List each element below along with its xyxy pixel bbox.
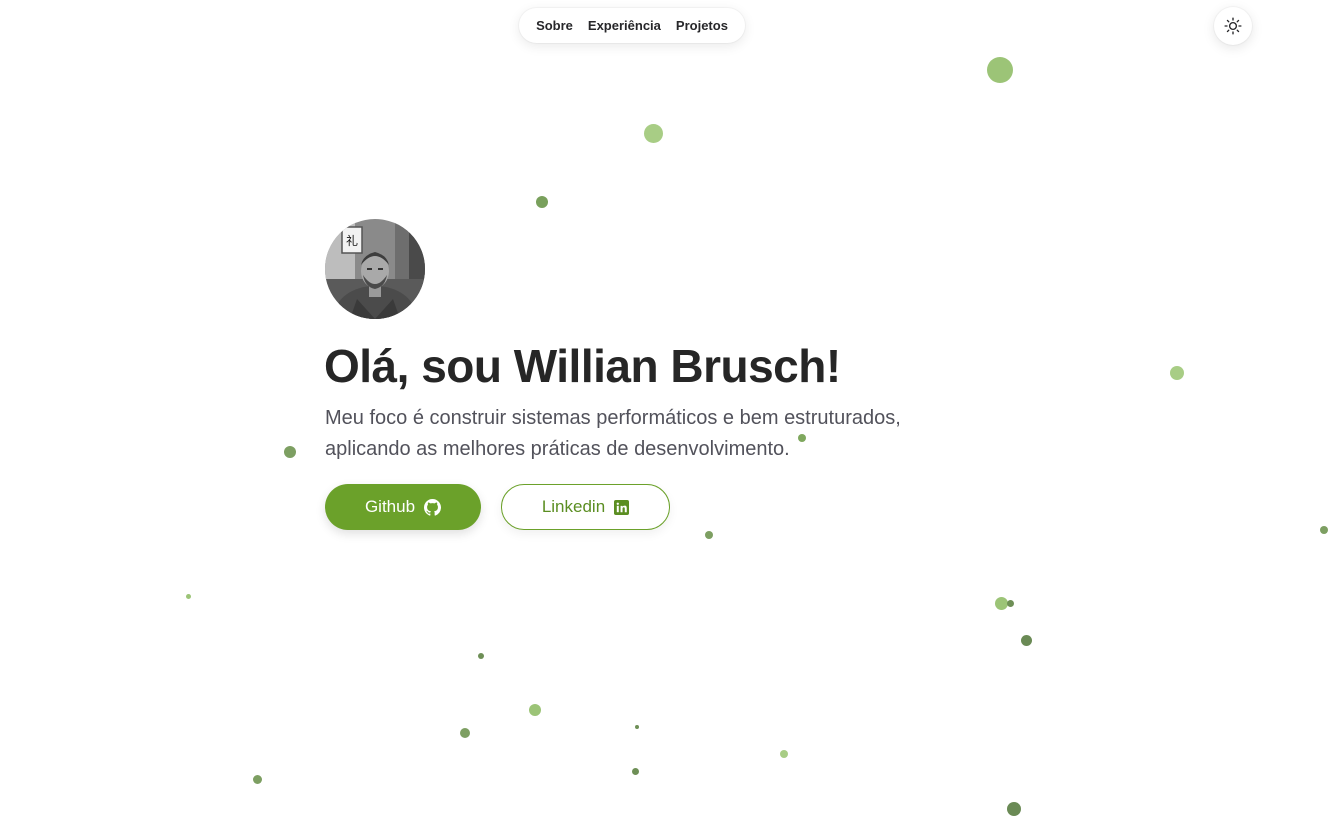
nav-item-sobre[interactable]: Sobre	[536, 18, 573, 33]
top-nav: Sobre Experiência Projetos	[519, 8, 745, 43]
hero-title: Olá, sou Willian Brusch!	[324, 340, 841, 392]
hero-description-line-1: Meu foco é construir sistemas performáti…	[325, 407, 901, 429]
particle	[635, 725, 639, 729]
sun-icon	[1224, 17, 1242, 35]
particle	[460, 728, 470, 738]
svg-text:礼: 礼	[346, 233, 358, 248]
particle	[644, 124, 663, 143]
particle	[987, 57, 1013, 83]
particle	[186, 594, 191, 599]
linkedin-button-label: Linkedin	[541, 497, 606, 516]
github-icon	[424, 498, 442, 516]
github-button[interactable]: Github	[325, 484, 481, 530]
particle	[705, 531, 713, 539]
hero-description: Meu foco é construir sistemas performáti…	[325, 403, 945, 465]
hero-description-line-2: aplicando as melhores práticas de desenv…	[325, 438, 790, 460]
page: Sobre Experiência Projetos 礼 Olá, sou Wi…	[0, 0, 1331, 821]
particle	[1021, 635, 1032, 646]
profile-photo: 礼	[325, 219, 425, 319]
nav-item-projetos[interactable]: Projetos	[676, 18, 728, 33]
particle	[632, 768, 639, 775]
particle	[780, 750, 788, 758]
particle	[1007, 600, 1014, 607]
particle	[1007, 802, 1021, 816]
particle	[478, 653, 484, 659]
particle	[284, 446, 296, 458]
theme-toggle-button[interactable]	[1214, 7, 1252, 45]
avatar: 礼	[325, 219, 425, 319]
linkedin-button[interactable]: Linkedin	[501, 484, 670, 530]
particle	[536, 196, 548, 208]
particle	[529, 704, 541, 716]
particle	[253, 775, 262, 784]
particle	[1170, 366, 1184, 380]
github-button-label: Github	[364, 497, 416, 516]
particle	[1320, 526, 1328, 534]
linkedin-icon	[614, 499, 630, 515]
nav-item-experiencia[interactable]: Experiência	[588, 18, 661, 33]
